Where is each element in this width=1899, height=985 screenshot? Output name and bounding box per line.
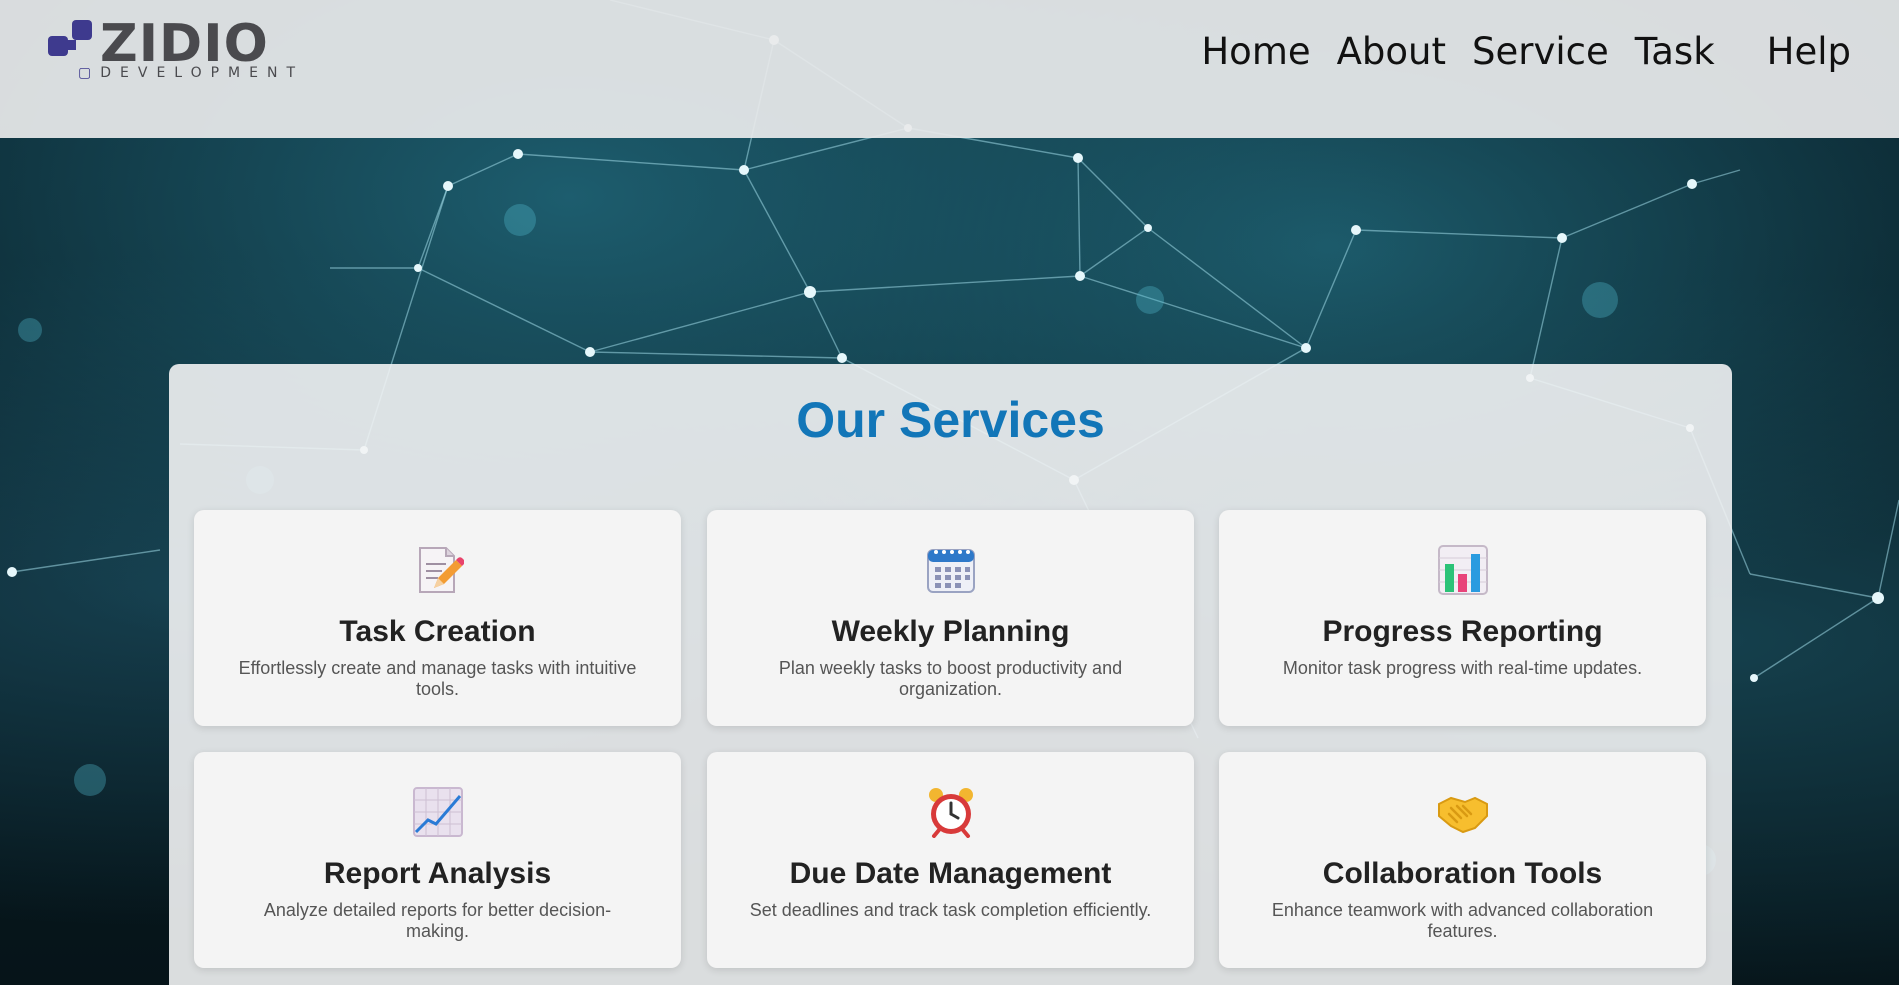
site-header: ZIDIO ▢DEVELOPMENT Home About Service Ta… [0,0,1899,138]
chart-increasing-icon [413,787,463,837]
logo-tagline-text: DEVELOPMENT [100,65,304,81]
service-card-desc: Set deadlines and track task completion … [749,900,1152,920]
service-card-progress-reporting[interactable]: Progress Reporting Monitor task progress… [1219,510,1706,726]
service-card-desc: Effortlessly create and manage tasks wit… [238,658,637,699]
calendar-icon [927,549,975,593]
page: ZIDIO ▢DEVELOPMENT Home About Service Ta… [0,0,1899,985]
nav-help[interactable]: Help [1767,24,1851,80]
service-card-title: Weekly Planning [831,615,1070,648]
service-card-due-date-management[interactable]: Due Date Management Set deadlines and tr… [707,752,1194,968]
service-card-collaboration-tools[interactable]: Collaboration Tools Enhance teamwork wit… [1219,752,1706,968]
service-card-weekly-planning[interactable]: Weekly Planning Plan weekly tasks to boo… [707,510,1194,726]
handshake-icon [1438,796,1488,834]
nav-home[interactable]: Home [1201,24,1310,80]
nav-about[interactable]: About [1337,24,1446,80]
logo[interactable]: ZIDIO ▢DEVELOPMENT [48,16,308,84]
service-card-title: Collaboration Tools [1322,857,1603,890]
memo-pencil-icon [419,547,464,593]
services-panel: Our Services Task Creation Effortlessly … [169,364,1732,985]
main-nav: Home About Service Task Help [1201,22,1851,82]
service-card-desc: Enhance teamwork with advanced collabora… [1271,900,1654,941]
service-card-title: Task Creation [339,615,536,648]
alarm-clock-icon [929,788,973,838]
service-card-report-analysis[interactable]: Report Analysis Analyze detailed reports… [194,752,681,968]
services-title: Our Services [796,392,1105,448]
service-card-title: Progress Reporting [1322,615,1603,648]
service-card-desc: Plan weekly tasks to boost productivity … [778,658,1123,699]
service-card-title: Due Date Management [789,857,1112,890]
service-card-desc: Analyze detailed reports for better deci… [263,900,612,941]
service-card-desc: Monitor task progress with real-time upd… [1282,658,1643,678]
nav-task[interactable]: Task [1635,24,1715,80]
bar-chart-icon [1438,545,1488,595]
logo-tagline: ▢DEVELOPMENT [78,65,304,81]
logo-mark-icon [48,20,92,56]
nav-service[interactable]: Service [1472,24,1609,80]
service-card-title: Report Analysis [323,857,552,890]
service-card-task-creation[interactable]: Task Creation Effortlessly create and ma… [194,510,681,726]
